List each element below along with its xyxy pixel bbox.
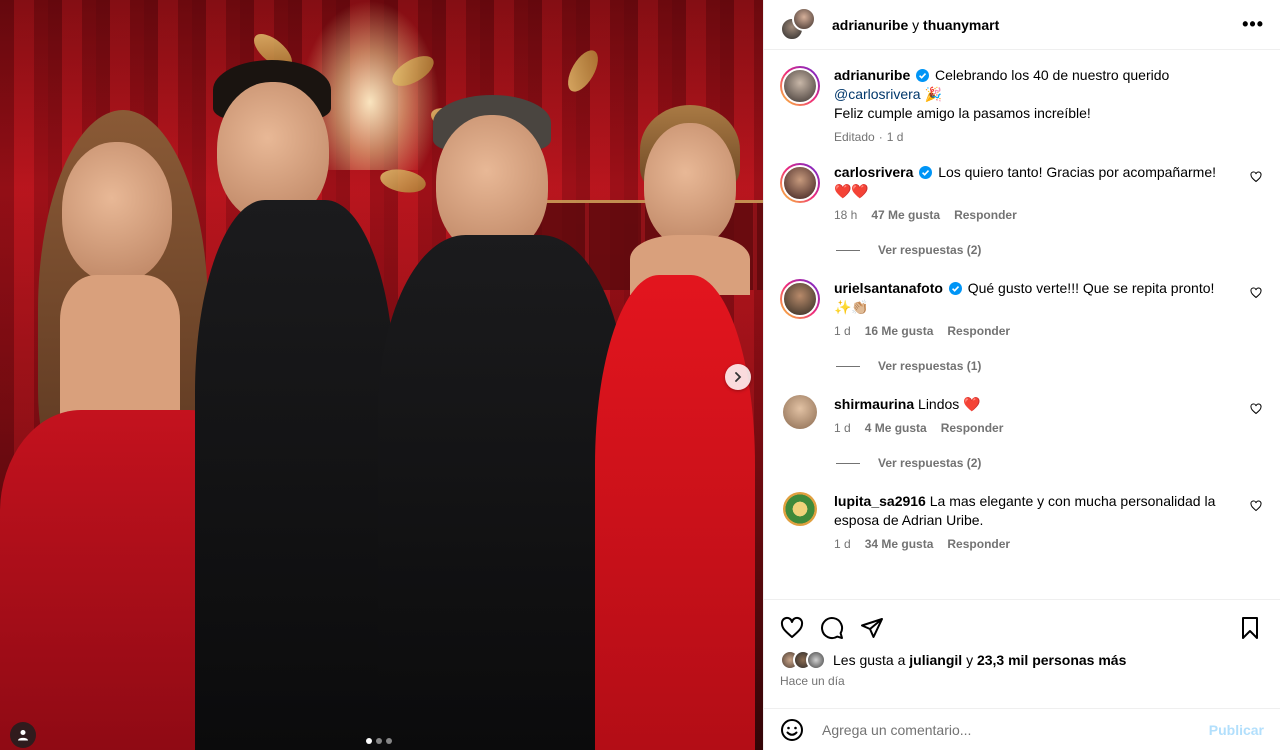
tagged-users-button[interactable] xyxy=(10,722,36,748)
like-comment-heart-icon[interactable] xyxy=(1250,171,1262,183)
post-side-panel: adrianuribe y thuanymart ••• adrianuribe… xyxy=(763,0,1280,750)
verified-badge-icon xyxy=(919,166,933,179)
heart-icon[interactable] xyxy=(780,616,804,640)
avatar xyxy=(792,6,816,31)
reply-button[interactable]: Responder xyxy=(947,536,1010,552)
emoji-icon[interactable] xyxy=(780,718,804,742)
reply-button[interactable]: Responder xyxy=(941,420,1004,436)
caption-text-2: Feliz cumple amigo la pasamos increíble! xyxy=(834,105,1091,121)
likes-summary: Les gusta a juliangil y 23,3 mil persona… xyxy=(780,650,1264,670)
reply-button[interactable]: Responder xyxy=(947,323,1010,339)
comment-text: Lindos ❤️ xyxy=(918,396,981,412)
carousel-dot xyxy=(386,738,392,744)
carousel-indicator xyxy=(366,738,392,744)
comment-icon[interactable] xyxy=(820,616,844,640)
avatar[interactable] xyxy=(780,163,820,203)
post-authors: adrianuribe y thuanymart xyxy=(832,16,1000,33)
view-replies-button[interactable]: Ver respuestas (2) xyxy=(836,243,1264,257)
author-link[interactable]: adrianuribe xyxy=(832,17,908,33)
comment: urielsantanafoto Qué gusto verte!!! Que … xyxy=(780,279,1264,373)
avatar[interactable] xyxy=(780,279,820,319)
more-options-icon[interactable]: ••• xyxy=(1242,14,1264,35)
likes-count-link[interactable]: 23,3 mil personas más xyxy=(977,652,1126,668)
edited-label: Editado xyxy=(834,130,875,144)
comment-username[interactable]: carlosrivera xyxy=(834,164,913,180)
verified-badge-icon xyxy=(948,282,962,295)
comment: lupita_sa2916 La mas elegante y con much… xyxy=(780,492,1264,552)
user-icon xyxy=(18,730,28,741)
view-replies-button[interactable]: Ver respuestas (1) xyxy=(836,359,1264,373)
carousel-dot xyxy=(376,738,382,744)
instagram-post: adrianuribe y thuanymart ••• adrianuribe… xyxy=(0,0,1280,750)
person-man-center-left xyxy=(195,60,395,750)
caption-text: Celebrando los 40 de nuestro querido xyxy=(935,67,1170,83)
chevron-right-icon xyxy=(735,372,742,382)
post-photo[interactable] xyxy=(0,0,763,750)
comment-text: Qué gusto verte!!! Que se repita pronto! xyxy=(967,280,1215,296)
like-comment-heart-icon[interactable] xyxy=(1250,403,1262,415)
like-count[interactable]: 16 Me gusta xyxy=(865,323,934,339)
timestamp: 1 d xyxy=(886,130,904,144)
like-count[interactable]: 34 Me gusta xyxy=(865,536,934,552)
verified-badge-icon xyxy=(916,69,930,82)
reply-button[interactable]: Responder xyxy=(954,207,1017,223)
timestamp: 18 h xyxy=(834,208,858,222)
avatar[interactable] xyxy=(780,66,820,106)
person-woman-right xyxy=(590,105,763,750)
comment-username[interactable]: lupita_sa2916 xyxy=(834,493,926,509)
avatar[interactable] xyxy=(783,492,817,526)
author-link[interactable]: thuanymart xyxy=(923,17,999,33)
comment: carlosrivera Los quiero tanto! Gracias p… xyxy=(780,163,1264,257)
like-comment-heart-icon[interactable] xyxy=(1250,287,1262,299)
view-replies-button[interactable]: Ver respuestas (2) xyxy=(836,456,1264,470)
comment-input[interactable] xyxy=(822,721,1209,738)
caption-username[interactable]: adrianuribe xyxy=(834,67,910,83)
mention-link[interactable]: @carlosrivera xyxy=(834,86,921,102)
carousel-dot xyxy=(366,738,372,744)
caption: adrianuribe Celebrando los 40 de nuestro… xyxy=(780,66,1264,145)
next-image-button[interactable] xyxy=(725,364,751,390)
add-comment-bar: Publicar xyxy=(764,708,1280,750)
timestamp: 1 d xyxy=(834,421,851,435)
avatar xyxy=(806,650,826,670)
comment-username[interactable]: urielsantanafoto xyxy=(834,280,943,296)
comment-text: Los quiero tanto! Gracias por acompañarm… xyxy=(938,164,1216,180)
avatar[interactable] xyxy=(783,395,817,429)
comment-username[interactable]: shirmaurina xyxy=(834,396,914,412)
timestamp: 1 d xyxy=(834,324,851,338)
liker-avatars xyxy=(780,650,826,670)
liker-username[interactable]: juliangil xyxy=(909,652,962,668)
comment: shirmaurina Lindos ❤️ 1 d 4 Me gusta Res… xyxy=(780,395,1264,470)
share-icon[interactable] xyxy=(860,616,884,640)
bookmark-icon[interactable] xyxy=(1238,616,1262,640)
comments-list[interactable]: adrianuribe Celebrando los 40 de nuestro… xyxy=(764,50,1280,599)
publish-button[interactable]: Publicar xyxy=(1209,722,1264,738)
like-count[interactable]: 47 Me gusta xyxy=(871,207,940,223)
collab-avatars[interactable] xyxy=(780,6,816,43)
like-count[interactable]: 4 Me gusta xyxy=(865,420,927,436)
like-comment-heart-icon[interactable] xyxy=(1250,500,1262,512)
post-header: adrianuribe y thuanymart ••• xyxy=(764,0,1280,50)
post-actions: Les gusta a juliangil y 23,3 mil persona… xyxy=(764,599,1280,708)
post-timestamp[interactable]: Hace un día xyxy=(780,674,1264,688)
timestamp: 1 d xyxy=(834,537,851,551)
